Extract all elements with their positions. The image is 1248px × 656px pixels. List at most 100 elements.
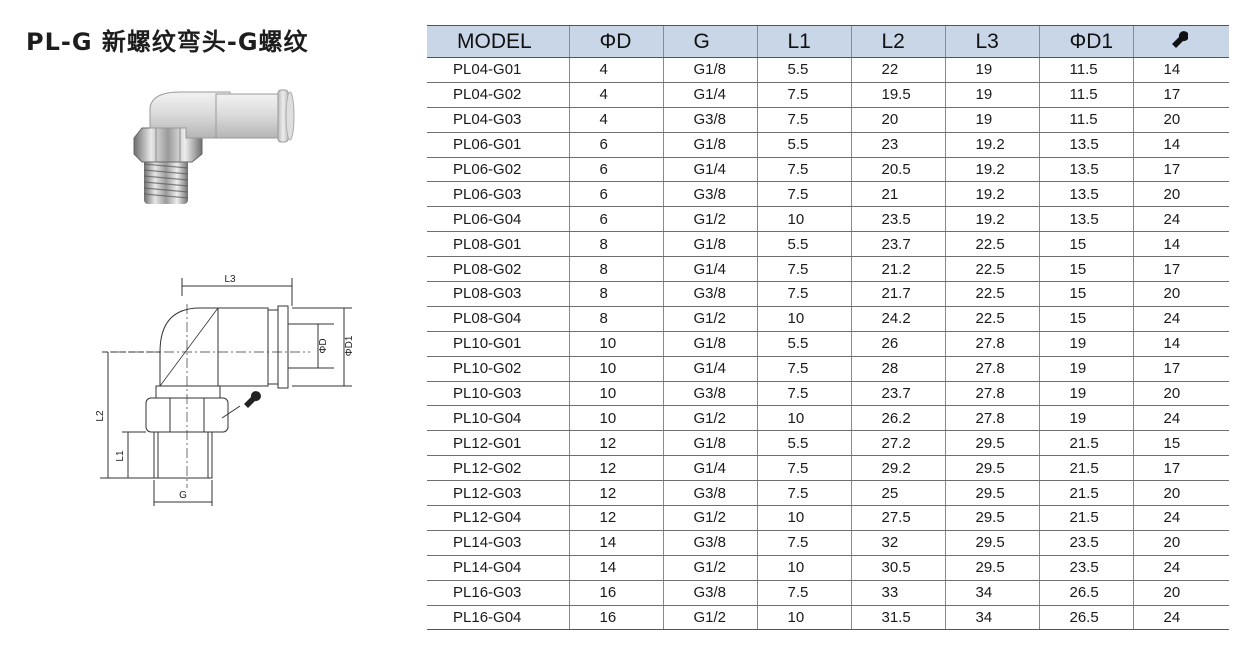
- cell-diameter-d1: 21.5: [1038, 505, 1133, 531]
- header-model: MODEL: [427, 25, 569, 58]
- cell-hex-size: 14: [1132, 57, 1229, 83]
- cell-l2: 23: [850, 132, 945, 158]
- cell-diameter-d: 4: [568, 82, 663, 108]
- cell-l2: 30.5: [850, 555, 945, 581]
- cell-diameter-d1: 26.5: [1038, 605, 1133, 631]
- spec-table: MODEL ΦD G L1 L2 L3 ΦD1 PL04-G01 4 G1/8 5.5…: [427, 25, 1229, 631]
- cell-model: PL04-G01: [427, 57, 569, 83]
- cell-l3: 34: [944, 605, 1039, 631]
- table-row: PL08-G01 8 G1/8 5.5 23.7 22.5 15 14: [427, 231, 1229, 258]
- cell-l2: 32: [850, 530, 945, 556]
- cell-l3: 22.5: [944, 281, 1039, 307]
- cell-diameter-d1: 19: [1038, 331, 1133, 357]
- cell-thread-g: G1/2: [662, 405, 757, 432]
- table-row: PL16-G03 16 G3/8 7.5 33 34 26.5 20: [427, 580, 1229, 606]
- cell-model: PL06-G01: [427, 132, 569, 158]
- cell-model: PL12-G03: [427, 480, 569, 507]
- cell-l3: 19.2: [944, 206, 1039, 233]
- cell-l3: 27.8: [944, 356, 1039, 382]
- cell-l3: 27.8: [944, 331, 1039, 357]
- cell-l2: 23.7: [850, 231, 945, 258]
- cell-l2: 23.5: [850, 206, 945, 233]
- cell-l1: 7.5: [756, 580, 851, 606]
- cell-diameter-d: 12: [568, 480, 663, 507]
- cell-l1: 7.5: [756, 82, 851, 108]
- cell-diameter-d: 12: [568, 430, 663, 457]
- cell-l1: 10: [756, 405, 851, 432]
- cell-l2: 31.5: [850, 605, 945, 631]
- cell-l1: 5.5: [756, 331, 851, 357]
- cell-diameter-d1: 26.5: [1038, 580, 1133, 606]
- cell-thread-g: G1/4: [662, 356, 757, 382]
- cell-l3: 19: [944, 82, 1039, 108]
- dim-label-l3: L3: [224, 274, 236, 285]
- table-row: PL12-G04 12 G1/2 10 27.5 29.5 21.5 24: [427, 505, 1229, 531]
- cell-hex-size: 20: [1132, 530, 1229, 556]
- table-row: PL04-G02 4 G1/4 7.5 19.5 19 11.5 17: [427, 82, 1229, 108]
- cell-model: PL08-G02: [427, 256, 569, 283]
- table-row: PL06-G02 6 G1/4 7.5 20.5 19.2 13.5 17: [427, 157, 1229, 183]
- cell-diameter-d1: 21.5: [1038, 455, 1133, 482]
- cell-diameter-d1: 21.5: [1038, 430, 1133, 457]
- cell-model: PL04-G03: [427, 107, 569, 133]
- cell-thread-g: G1/2: [662, 306, 757, 332]
- cell-model: PL12-G02: [427, 455, 569, 482]
- cell-diameter-d: 12: [568, 505, 663, 531]
- cell-l3: 22.5: [944, 231, 1039, 258]
- cell-thread-g: G1/4: [662, 82, 757, 108]
- cell-thread-g: G3/8: [662, 580, 757, 606]
- cell-hex-size: 17: [1132, 356, 1229, 382]
- cell-diameter-d: 8: [568, 256, 663, 283]
- cell-diameter-d1: 19: [1038, 381, 1133, 407]
- cell-thread-g: G3/8: [662, 381, 757, 407]
- cell-diameter-d: 4: [568, 57, 663, 83]
- cell-l1: 5.5: [756, 231, 851, 258]
- cell-l3: 19.2: [944, 132, 1039, 158]
- cell-thread-g: G1/2: [662, 505, 757, 531]
- cell-hex-size: 17: [1132, 157, 1229, 183]
- cell-diameter-d: 10: [568, 356, 663, 382]
- cell-hex-size: 14: [1132, 331, 1229, 357]
- cell-l3: 22.5: [944, 256, 1039, 283]
- cell-l3: 34: [944, 580, 1039, 606]
- cell-diameter-d1: 15: [1038, 281, 1133, 307]
- cell-l1: 10: [756, 605, 851, 631]
- cell-thread-g: G3/8: [662, 107, 757, 133]
- cell-hex-size: 20: [1132, 281, 1229, 307]
- cell-diameter-d1: 23.5: [1038, 530, 1133, 556]
- cell-model: PL14-G04: [427, 555, 569, 581]
- cell-model: PL06-G03: [427, 181, 569, 208]
- cell-hex-size: 14: [1132, 231, 1229, 258]
- cell-l3: 29.5: [944, 480, 1039, 507]
- cell-l2: 21: [850, 181, 945, 208]
- cell-l1: 7.5: [756, 381, 851, 407]
- table-row: PL10-G03 10 G3/8 7.5 23.7 27.8 19 20: [427, 381, 1229, 407]
- cell-l2: 27.5: [850, 505, 945, 531]
- cell-l1: 7.5: [756, 530, 851, 556]
- table-row: PL10-G01 10 G1/8 5.5 26 27.8 19 14: [427, 331, 1229, 357]
- cell-l1: 7.5: [756, 356, 851, 382]
- table-row: PL08-G03 8 G3/8 7.5 21.7 22.5 15 20: [427, 281, 1229, 307]
- cell-diameter-d: 8: [568, 231, 663, 258]
- dim-label-l2: L2: [95, 410, 106, 422]
- wrench-icon: [1171, 30, 1189, 48]
- cell-diameter-d1: 11.5: [1038, 57, 1133, 83]
- cell-l3: 27.8: [944, 381, 1039, 407]
- cell-l2: 20: [850, 107, 945, 133]
- cell-diameter-d1: 13.5: [1038, 206, 1133, 233]
- table-row: PL08-G02 8 G1/4 7.5 21.2 22.5 15 17: [427, 256, 1229, 283]
- cell-l2: 26: [850, 331, 945, 357]
- table-row: PL14-G04 14 G1/2 10 30.5 29.5 23.5 24: [427, 555, 1229, 581]
- cell-thread-g: G1/8: [662, 231, 757, 258]
- table-row: PL10-G02 10 G1/4 7.5 28 27.8 19 17: [427, 356, 1229, 382]
- cell-model: PL16-G04: [427, 605, 569, 631]
- cell-l3: 19: [944, 107, 1039, 133]
- table-row: PL04-G03 4 G3/8 7.5 20 19 11.5 20: [427, 107, 1229, 133]
- cell-diameter-d1: 15: [1038, 256, 1133, 283]
- cell-hex-size: 14: [1132, 132, 1229, 158]
- cell-hex-size: 24: [1132, 605, 1229, 631]
- table-row: PL14-G03 14 G3/8 7.5 32 29.5 23.5 20: [427, 530, 1229, 556]
- cell-l1: 10: [756, 306, 851, 332]
- header-l1: L1: [756, 25, 851, 58]
- cell-l2: 28: [850, 356, 945, 382]
